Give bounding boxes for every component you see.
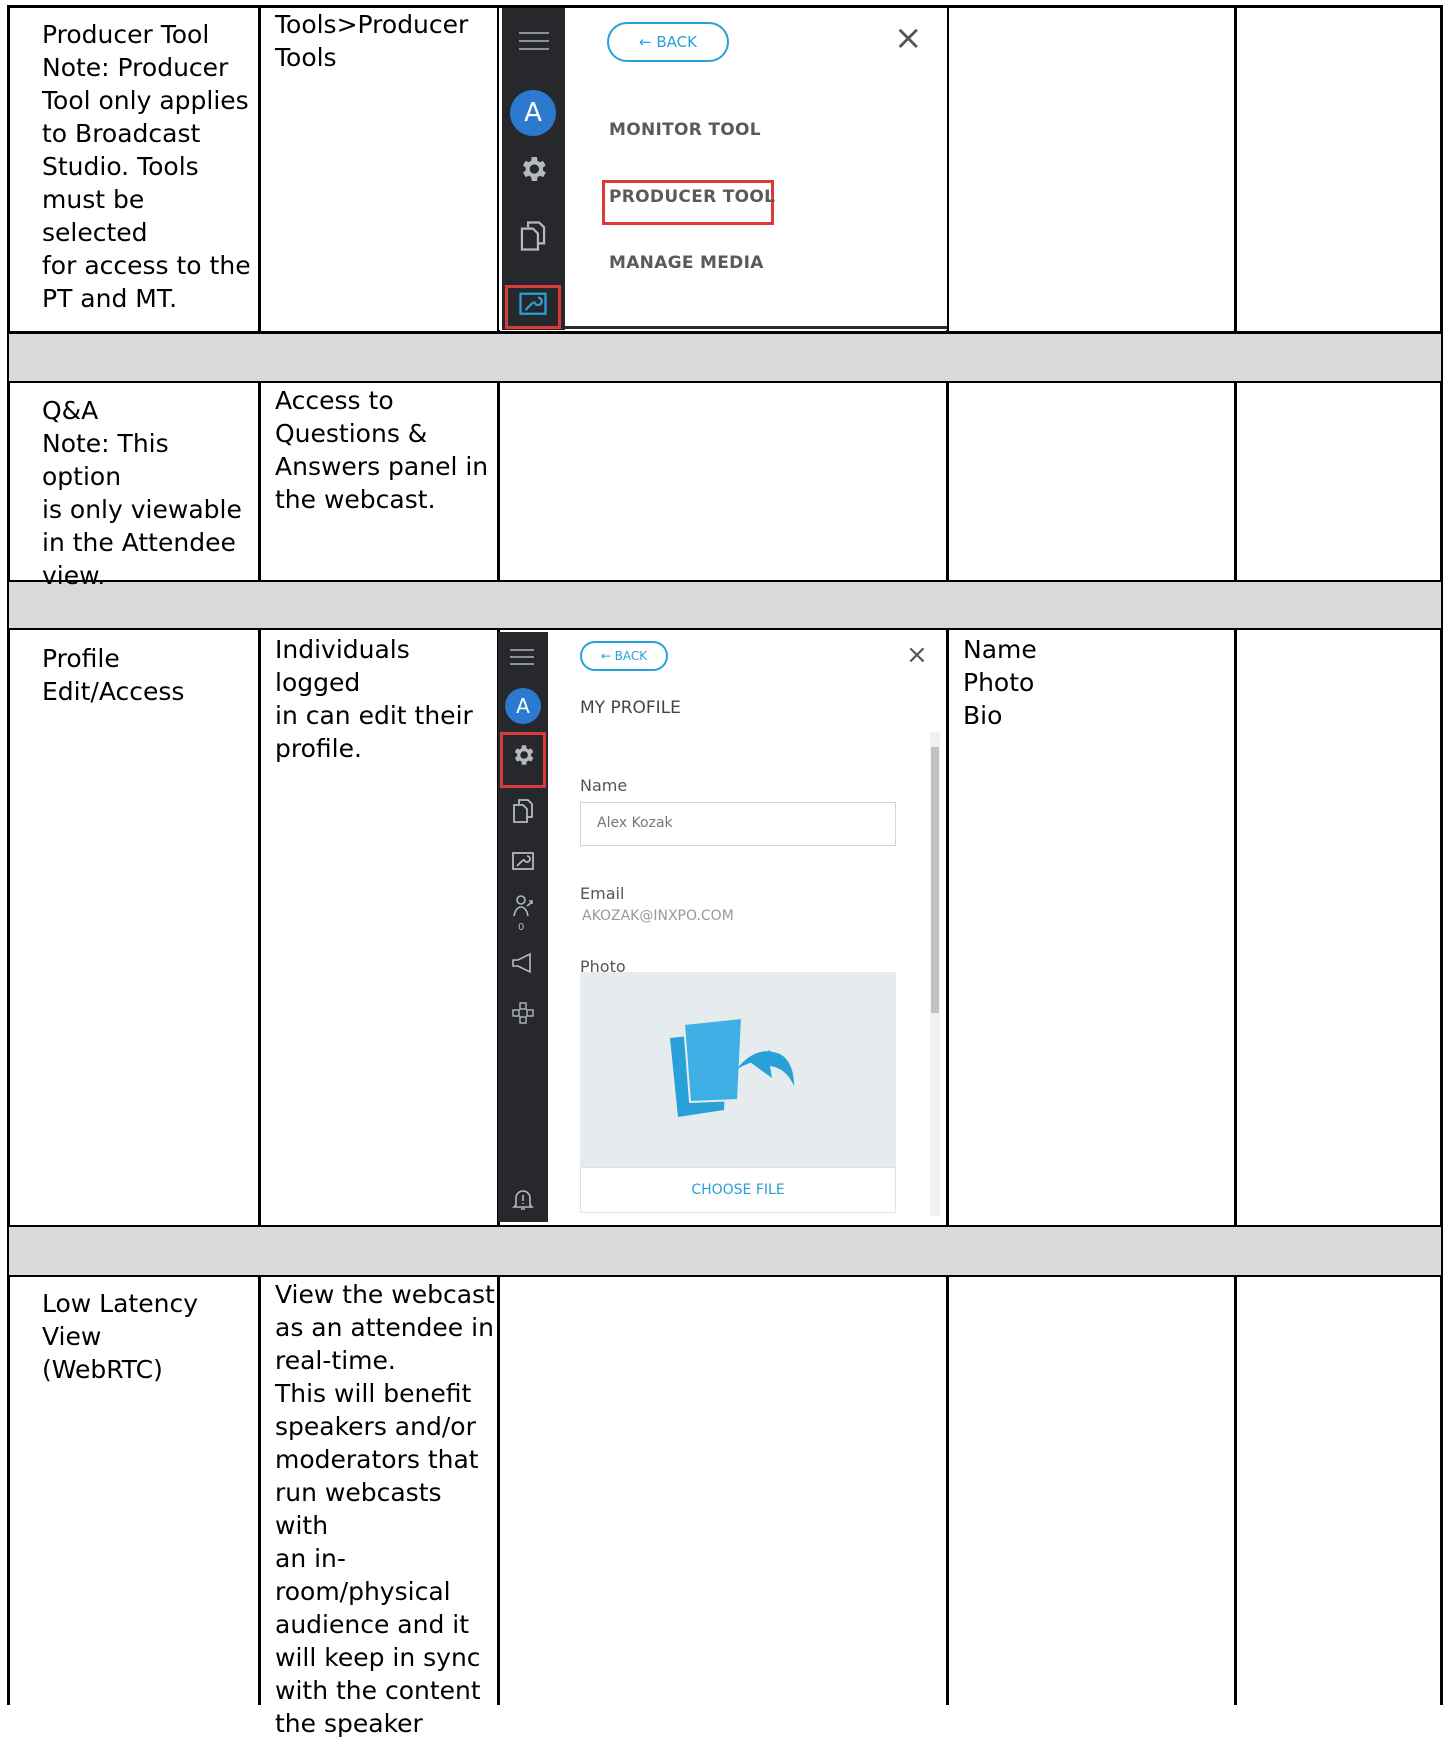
network-icon[interactable] bbox=[511, 1001, 535, 1025]
column-line bbox=[946, 628, 949, 1226]
name-field[interactable]: Alex Kozak bbox=[580, 802, 896, 846]
row-line bbox=[7, 1275, 1443, 1277]
separator-row-3 bbox=[9, 1227, 1441, 1275]
low-latency-description: View the webcast as an attendee in real-… bbox=[275, 1280, 495, 1738]
column-line bbox=[946, 1275, 949, 1705]
close-icon[interactable]: × bbox=[906, 640, 928, 670]
tools-icon[interactable] bbox=[517, 291, 549, 323]
producer-tool-description: Tools>Producer Tools bbox=[275, 10, 469, 72]
profile-fields: Name Photo Bio bbox=[963, 635, 1037, 730]
documents-icon[interactable] bbox=[511, 798, 535, 824]
column-line bbox=[946, 381, 949, 581]
row-line bbox=[7, 381, 1443, 383]
name-label: Name bbox=[580, 776, 628, 795]
separator-row-1 bbox=[9, 334, 1441, 381]
panel-divider bbox=[565, 326, 947, 329]
choose-file-button[interactable]: CHOOSE FILE bbox=[580, 1167, 896, 1213]
column-line bbox=[258, 381, 261, 581]
row-line bbox=[7, 1225, 1443, 1227]
avatar[interactable]: A bbox=[505, 688, 541, 724]
qa-feature: Q&A Note: This option is only viewable i… bbox=[42, 396, 242, 590]
column-line bbox=[497, 1275, 500, 1705]
profile-panel-screenshot: A 0 ← BACK × MY PROFILE Name Alex Kozak … bbox=[498, 632, 946, 1222]
row-line bbox=[7, 331, 1443, 334]
hamburger-icon[interactable] bbox=[510, 649, 534, 671]
tools-menu-screenshot: A ← BACK × MONITOR TOOL PRODUCER TOOL MA… bbox=[499, 8, 947, 330]
profile-feature: Profile Edit/Access bbox=[42, 644, 185, 706]
column-line bbox=[1234, 1275, 1237, 1705]
column-line bbox=[258, 5, 261, 333]
back-button[interactable]: ← BACK bbox=[580, 641, 668, 671]
email-value: AKOZAK@INXPO.COM bbox=[582, 908, 734, 924]
gear-icon[interactable] bbox=[515, 153, 551, 189]
column-line bbox=[258, 1275, 261, 1705]
profile-description: Individuals logged in can edit their pro… bbox=[275, 635, 473, 763]
upload-photo-icon bbox=[670, 1016, 794, 1117]
documents-icon[interactable] bbox=[515, 220, 551, 256]
email-label: Email bbox=[580, 884, 625, 903]
avatar[interactable]: A bbox=[510, 90, 556, 136]
menu-item-manage-media[interactable]: MANAGE MEDIA bbox=[609, 253, 764, 273]
tools-icon[interactable] bbox=[511, 851, 535, 873]
column-line bbox=[497, 381, 500, 581]
column-line bbox=[258, 628, 261, 1226]
qa-description: Access to Questions & Answers panel in t… bbox=[275, 386, 489, 514]
hamburger-icon[interactable] bbox=[519, 32, 549, 56]
menu-item-producer-tool[interactable]: PRODUCER TOOL bbox=[609, 187, 775, 207]
scrollbar-thumb[interactable] bbox=[931, 747, 939, 1013]
alert-bell-icon[interactable] bbox=[511, 1187, 535, 1213]
page-title: MY PROFILE bbox=[580, 698, 681, 718]
hand-raise-count: 0 bbox=[518, 922, 525, 933]
back-button[interactable]: ← BACK bbox=[607, 22, 729, 62]
low-latency-feature: Low Latency View (WebRTC) bbox=[42, 1289, 198, 1384]
table-border-right bbox=[1440, 5, 1443, 1705]
megaphone-icon[interactable] bbox=[510, 952, 536, 974]
table-border-left bbox=[7, 5, 10, 1705]
gear-icon[interactable] bbox=[510, 742, 536, 768]
column-line bbox=[1234, 5, 1237, 333]
column-line bbox=[1234, 628, 1237, 1226]
photo-upload-area[interactable] bbox=[580, 972, 896, 1167]
menu-item-monitor-tool[interactable]: MONITOR TOOL bbox=[609, 120, 761, 140]
row-line bbox=[7, 628, 1443, 630]
column-line bbox=[1234, 381, 1237, 581]
hand-raise-icon[interactable] bbox=[511, 894, 535, 920]
close-icon[interactable]: × bbox=[894, 18, 923, 58]
producer-tool-feature: Producer Tool Note: Producer Tool only a… bbox=[42, 20, 251, 313]
